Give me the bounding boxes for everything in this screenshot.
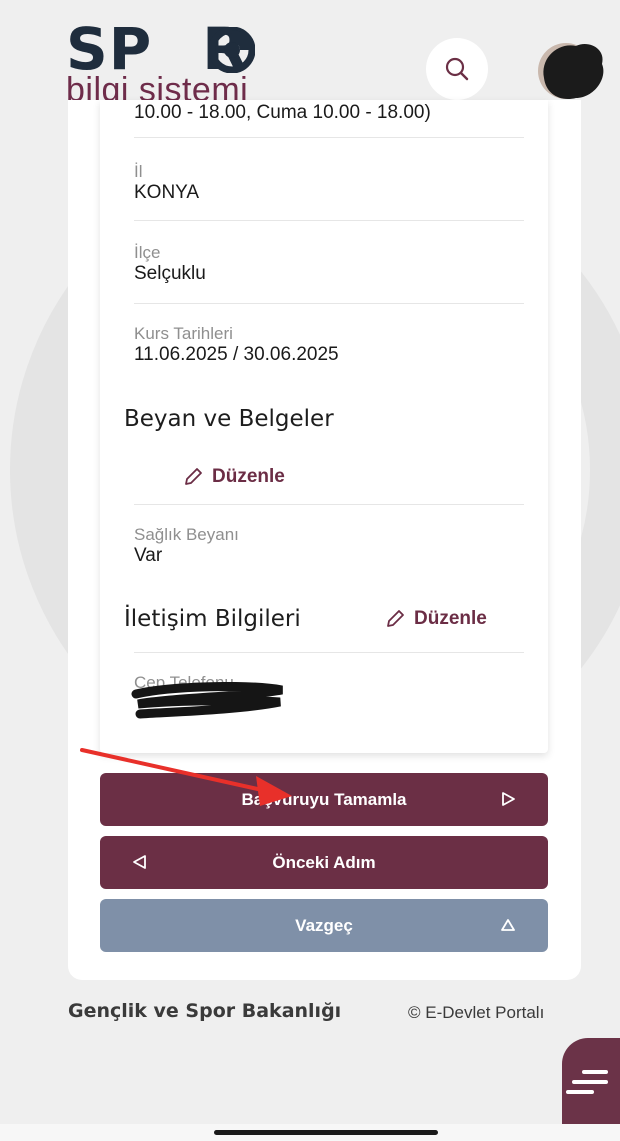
pencil-icon [387, 610, 404, 627]
pencil-icon [185, 468, 202, 485]
button-label: Önceki Adım [272, 852, 376, 872]
field-value: 11.06.2025 / 30.06.2025 [134, 344, 339, 365]
field-label: İl [134, 162, 143, 181]
field-value: KONYA [134, 182, 200, 203]
section-title-contact: İletişim Bilgileri [124, 606, 301, 632]
previous-step-button[interactable]: Önceki Adım [100, 836, 548, 889]
spor-logo[interactable]: SPR bilgi sistemi [66, 18, 296, 108]
section-title-declarations: Beyan ve Belgeler [124, 406, 334, 432]
field-value: Selçuklu [134, 263, 206, 284]
home-indicator[interactable] [214, 1130, 438, 1135]
search-icon [445, 57, 469, 81]
hours-row-divider [134, 100, 524, 138]
field-province: İl KONYA [134, 138, 524, 221]
edit-contact-link[interactable]: Düzenle [384, 608, 487, 630]
menu-button[interactable] [562, 1038, 620, 1126]
edit-label: Düzenle [212, 466, 285, 487]
copyright-text: © E-Devlet Portalı [408, 1003, 545, 1022]
ministry-name: Gençlik ve Spor Bakanlığı [68, 1000, 342, 1022]
edit-label: Düzenle [414, 608, 487, 629]
search-button[interactable] [426, 38, 488, 100]
summary-details-panel: 10.00 - 18.00, Cuma 10.00 - 18.00) İl KO… [100, 100, 548, 753]
cancel-button[interactable]: Vazgeç [100, 899, 548, 952]
field-health: Sağlık Beyanı Var [134, 505, 524, 587]
field-label: İlçe [134, 243, 161, 262]
complete-application-button[interactable]: Başvuruyu Tamamla [100, 773, 548, 826]
ball-logo-icon [209, 27, 255, 73]
triangle-up-icon [501, 919, 515, 931]
button-label: Başvuruyu Tamamla [241, 789, 407, 809]
edit-declarations-link[interactable]: Düzenle [182, 466, 285, 488]
menu-lines-icon [566, 1070, 608, 1094]
avatar[interactable] [536, 38, 608, 104]
field-label: Sağlık Beyanı [134, 525, 239, 544]
play-left-icon [133, 855, 146, 869]
field-value: Var [134, 545, 163, 566]
button-label: Vazgeç [295, 915, 353, 935]
field-label: Kurs Tarihleri [134, 324, 233, 343]
field-course-dates: Kurs Tarihleri 11.06.2025 / 30.06.2025 [134, 304, 524, 376]
redaction-scribble [131, 682, 283, 719]
field-district: İlçe Selçuklu [134, 221, 524, 304]
app-header: SPR bilgi sistemi [0, 0, 620, 112]
play-right-icon [502, 792, 515, 806]
